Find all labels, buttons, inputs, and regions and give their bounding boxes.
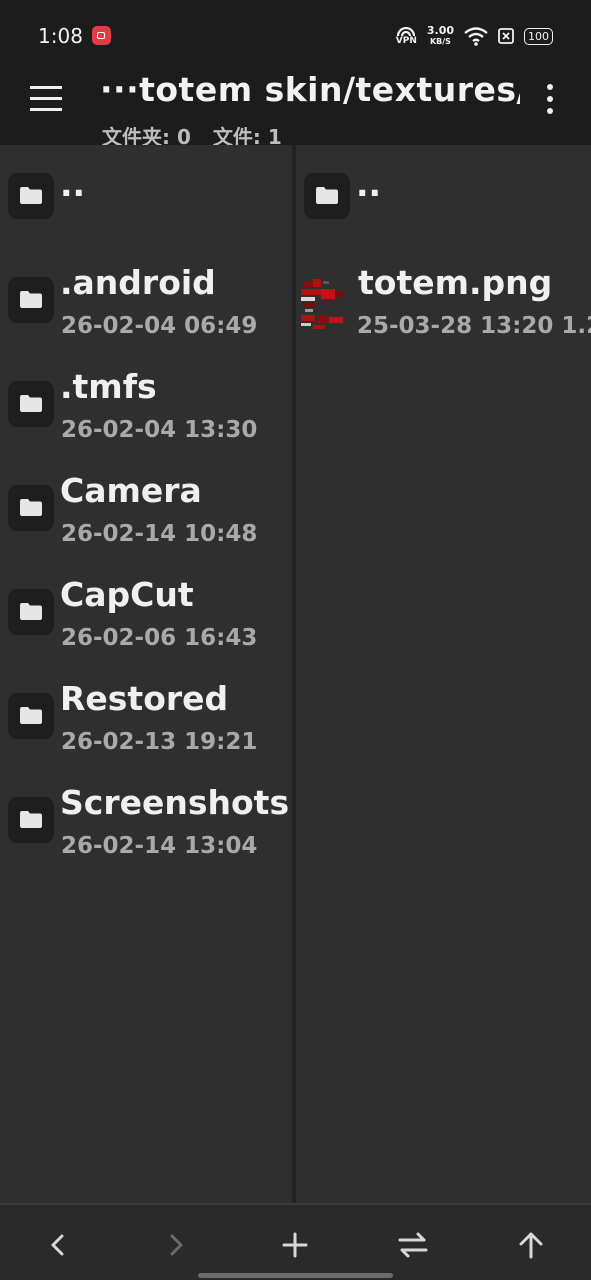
network-speed: 3.00 KB/S <box>427 25 454 47</box>
app-toolbar: ···totem skin/textures/ 文件夹: 0 文件: 1 <box>0 70 591 149</box>
list-item[interactable]: totem.png 25-03-28 13:20 1.24 <box>296 249 591 353</box>
item-details: 25-03-28 13:20 1.24 <box>357 313 591 339</box>
left-file-pane[interactable]: .. .android 26-02-04 06:49 .tmfs 26-02-0… <box>0 145 292 1203</box>
list-item[interactable]: Screenshots 26-02-14 13:04 <box>0 769 292 873</box>
up-directory-button[interactable] <box>511 1225 551 1265</box>
up-arrow-icon <box>519 1232 543 1259</box>
parent-directory-label: .. <box>60 165 86 204</box>
folder-icon <box>8 173 54 219</box>
parent-directory-item[interactable]: .. <box>296 145 591 249</box>
right-file-pane[interactable]: .. totem.png 25-03-28 13:20 1.24 <box>296 145 591 1203</box>
image-thumbnail <box>299 275 345 333</box>
folder-icon <box>8 797 54 843</box>
vpn-label: VPN <box>395 35 417 46</box>
item-name: totem.png <box>358 263 553 302</box>
status-time: 1:08 <box>38 24 83 48</box>
item-name: Camera <box>60 471 202 510</box>
item-name: .android <box>60 263 216 302</box>
vpn-indicator: VPN <box>395 26 417 46</box>
status-icons: VPN 3.00 KB/S 100 <box>396 22 553 50</box>
parent-directory-item[interactable]: .. <box>0 145 292 249</box>
item-name: Screenshots <box>60 783 290 822</box>
forward-arrow-icon <box>170 1234 183 1256</box>
more-vertical-icon[interactable] <box>542 84 558 116</box>
path-title: ···totem skin/textures/ <box>100 70 520 109</box>
battery-indicator: 100 <box>524 27 553 45</box>
item-name: CapCut <box>60 575 194 614</box>
swap-panes-button[interactable] <box>393 1225 433 1265</box>
list-item[interactable]: CapCut 26-02-06 16:43 <box>0 561 292 665</box>
list-item[interactable]: Camera 26-02-14 10:48 <box>0 457 292 561</box>
list-item[interactable]: .android 26-02-04 06:49 <box>0 249 292 353</box>
folder-icon <box>8 381 54 427</box>
sim-blocked-icon <box>498 28 514 44</box>
item-name: Restored <box>60 679 229 718</box>
item-date: 26-02-14 13:04 <box>61 833 258 859</box>
item-date: 26-02-04 06:49 <box>61 313 258 339</box>
item-date: 26-02-13 19:21 <box>61 729 258 755</box>
item-date: 26-02-04 13:30 <box>61 417 258 443</box>
folder-icon <box>304 173 350 219</box>
folder-icon <box>8 485 54 531</box>
add-button[interactable] <box>275 1225 315 1265</box>
wifi-icon <box>464 27 488 46</box>
folder-icon <box>8 693 54 739</box>
parent-directory-label: .. <box>356 165 382 204</box>
forward-button[interactable] <box>156 1225 196 1265</box>
plus-icon <box>282 1232 308 1258</box>
home-indicator[interactable] <box>198 1273 393 1278</box>
list-item[interactable]: .tmfs 26-02-04 13:30 <box>0 353 292 457</box>
bottom-action-bar <box>0 1203 591 1280</box>
folder-icon <box>8 277 54 323</box>
back-arrow-icon <box>51 1234 64 1256</box>
item-date: 26-02-06 16:43 <box>61 625 258 651</box>
list-item[interactable]: Restored 26-02-13 19:21 <box>0 665 292 769</box>
status-bar: 1:08 VPN 3.00 KB/S 100 <box>0 0 591 70</box>
network-speed-unit: KB/S <box>429 37 451 46</box>
item-date: 26-02-14 10:48 <box>61 521 258 547</box>
hotspot-icon <box>397 26 416 36</box>
back-button[interactable] <box>38 1225 78 1265</box>
item-name: .tmfs <box>60 367 157 406</box>
menu-icon[interactable] <box>30 86 62 112</box>
screen-record-icon <box>92 26 111 45</box>
folder-icon <box>8 589 54 635</box>
swap-arrows-icon <box>398 1232 428 1258</box>
